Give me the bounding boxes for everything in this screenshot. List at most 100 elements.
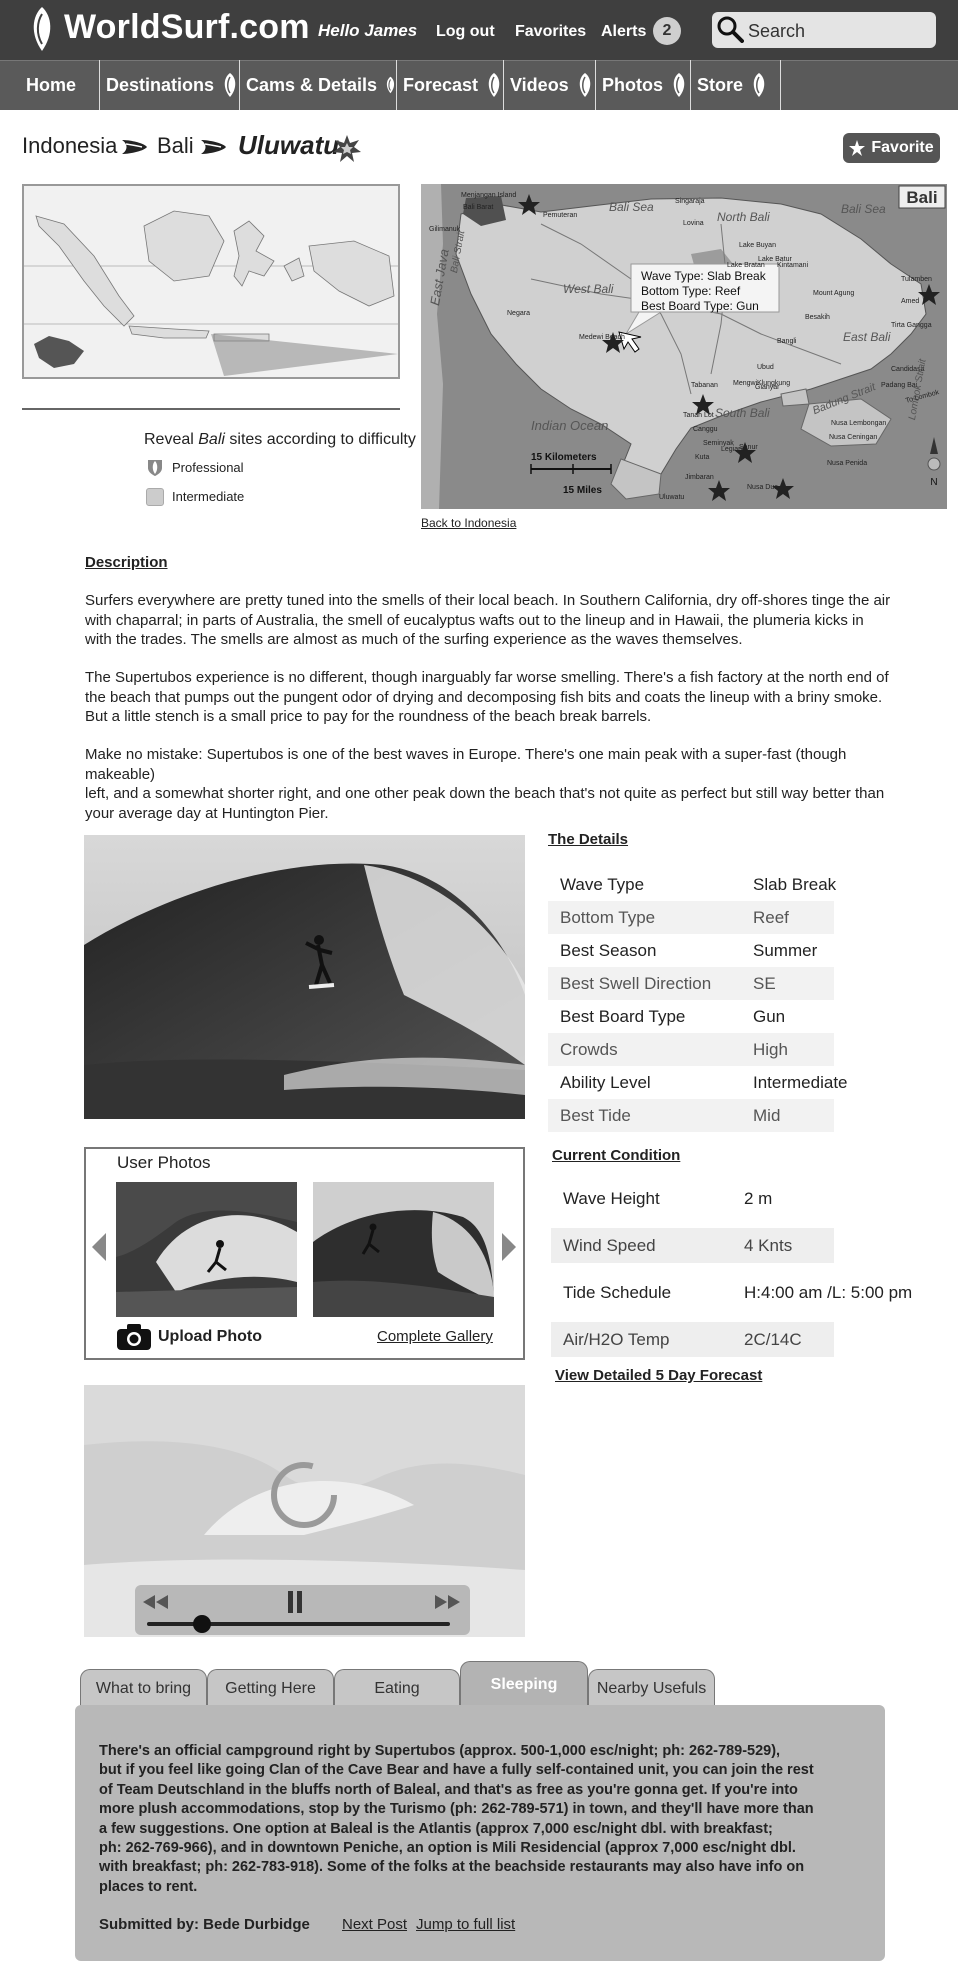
map-place-label: Menjangan Island <box>461 192 517 199</box>
nav-store[interactable]: Store <box>691 60 781 110</box>
map-place-label: Bali Sea <box>841 202 886 216</box>
surfboard-logo-icon[interactable] <box>28 6 56 52</box>
details-row: Crowds High <box>548 1033 834 1066</box>
logout-link[interactable]: Log out <box>436 23 495 41</box>
tab-eating[interactable]: Eating <box>334 1669 460 1707</box>
map-place-label: Kintamani <box>777 262 809 269</box>
map-place-label: Lake Buyan <box>739 242 776 249</box>
user-photos-title: User Photos <box>117 1153 211 1172</box>
nav-destinations[interactable]: Destinations <box>100 60 240 110</box>
favorite-button[interactable]: Favorite <box>843 133 940 163</box>
map-place-label: Nusa Dua <box>747 484 779 491</box>
details-value: Gun <box>753 1007 786 1026</box>
details-label: Ability Level <box>560 1073 651 1092</box>
previous-photo-arrow-icon[interactable] <box>90 1232 108 1262</box>
map-place-label: Bali Sea <box>609 200 654 214</box>
professional-level-icon[interactable] <box>146 458 164 476</box>
intermediate-level-icon[interactable] <box>146 488 164 506</box>
favorites-link[interactable]: Favorites <box>515 23 586 41</box>
back-to-indonesia-link[interactable]: Back to Indonesia <box>421 516 516 530</box>
bali-spot-map[interactable]: Bali Wave Type: Slab Break Bottom Type: … <box>421 184 947 509</box>
indonesia-map-graphic <box>24 186 398 377</box>
map-place-label: Bangli <box>777 338 797 345</box>
condition-label: Tide Schedule <box>563 1283 672 1302</box>
pause-icon[interactable] <box>286 1590 304 1614</box>
indonesia-locator-map[interactable] <box>22 184 400 379</box>
map-place-label: Mount Agung <box>813 290 855 297</box>
nav-store-label: Store <box>697 74 744 95</box>
tab-nearby-usefuls[interactable]: Nearby Usefuls <box>588 1669 715 1707</box>
map-place-label: Uluwatu <box>659 494 685 501</box>
details-label: Best Tide <box>560 1106 631 1125</box>
nav-cams-details[interactable]: Cams & Details <box>240 60 397 110</box>
nav-videos[interactable]: Videos <box>504 60 596 110</box>
divider <box>22 408 400 410</box>
breadcrumb-arrow-icon <box>122 140 147 154</box>
details-row: Wave Type Slab Break <box>548 868 837 901</box>
tab-getting-here[interactable]: Getting Here <box>207 1669 334 1707</box>
search-icon[interactable] <box>716 15 744 43</box>
condition-row: Tide Schedule H:4:00 am /L: 5:00 pm <box>551 1275 912 1310</box>
surfboard-icon <box>673 73 685 97</box>
map-place-label: Tabanan <box>691 382 718 389</box>
alerts-count-badge[interactable]: 2 <box>653 17 681 45</box>
details-label: Wave Type <box>560 875 645 894</box>
map-place-label: Amed <box>901 298 920 305</box>
map-place-label: West Bali <box>563 282 614 296</box>
details-value: High <box>753 1040 788 1059</box>
map-place-label: East Bali <box>843 330 891 344</box>
next-photo-arrow-icon[interactable] <box>500 1232 518 1262</box>
condition-label: Wind Speed <box>563 1236 656 1255</box>
details-value: Slab Break <box>753 875 837 894</box>
spot-star-badge-icon <box>333 135 361 162</box>
condition-value: 2C/14C <box>744 1330 802 1349</box>
description-paragraph-3: Make no mistake: Supertubos is one of th… <box>85 746 885 822</box>
condition-label: Air/H2O Temp <box>563 1330 670 1349</box>
map-place-label: Singaraja <box>675 198 705 205</box>
alerts-link[interactable]: Alerts <box>601 23 646 41</box>
camera-icon[interactable] <box>116 1323 152 1351</box>
tab-sleeping[interactable]: Sleeping <box>460 1661 588 1707</box>
tab-what-to-bring[interactable]: What to bring <box>80 1669 207 1707</box>
nav-forecast[interactable]: Forecast <box>397 60 504 110</box>
condition-value: 4 Knts <box>744 1236 793 1255</box>
breadcrumb-arrow-icon <box>201 140 226 154</box>
details-label: Crowds <box>560 1040 618 1059</box>
greeting-text: Hello James <box>318 21 418 40</box>
details-value: Reef <box>753 908 789 927</box>
fast-forward-icon[interactable] <box>434 1593 462 1611</box>
current-condition-heading: Current Condition <box>552 1147 681 1164</box>
nav-home[interactable]: Home <box>0 60 100 110</box>
svg-text:N: N <box>930 477 937 488</box>
user-photo-thumbnail[interactable] <box>313 1182 494 1317</box>
upload-photo-button[interactable]: Upload Photo <box>158 1328 262 1346</box>
video-controls-bar <box>135 1585 470 1635</box>
intermediate-level-label[interactable]: Intermediate <box>172 489 244 504</box>
breadcrumb-region[interactable]: Bali <box>157 133 194 159</box>
complete-gallery-link[interactable]: Complete Gallery <box>377 1328 493 1345</box>
map-place-label: Pemuteran <box>543 212 578 219</box>
map-place-label: North Bali <box>717 210 770 224</box>
user-photo-thumbnail[interactable] <box>116 1182 297 1317</box>
map-place-label: Lovina <box>683 220 704 227</box>
map-place-label: Kuta <box>695 454 710 461</box>
map-place-label: Mengwi <box>733 380 758 387</box>
site-logo-text[interactable]: WorldSurf.com <box>64 8 310 47</box>
details-row: Best Season Summer <box>548 934 834 967</box>
breadcrumb-country[interactable]: Indonesia <box>22 133 117 159</box>
rewind-icon[interactable] <box>141 1593 169 1611</box>
five-day-forecast-link[interactable]: View Detailed 5 Day Forecast <box>555 1367 762 1384</box>
professional-level-label[interactable]: Professional <box>172 460 244 475</box>
star-icon <box>849 140 866 156</box>
condition-value: H:4:00 am /L: 5:00 pm <box>744 1283 913 1302</box>
surfboard-icon <box>753 73 765 97</box>
description-heading: Description <box>85 554 168 571</box>
map-place-label: Indian Ocean <box>531 418 609 433</box>
video-progress-handle[interactable] <box>192 1615 211 1633</box>
map-place-label: Besakih <box>805 314 830 321</box>
surf-spot-photo[interactable] <box>84 835 525 1119</box>
search-input[interactable] <box>712 12 936 48</box>
next-post-link[interactable]: Next Post <box>342 1916 407 1933</box>
nav-photos[interactable]: Photos <box>596 60 691 110</box>
jump-to-full-list-link[interactable]: Jump to full list <box>416 1916 515 1933</box>
